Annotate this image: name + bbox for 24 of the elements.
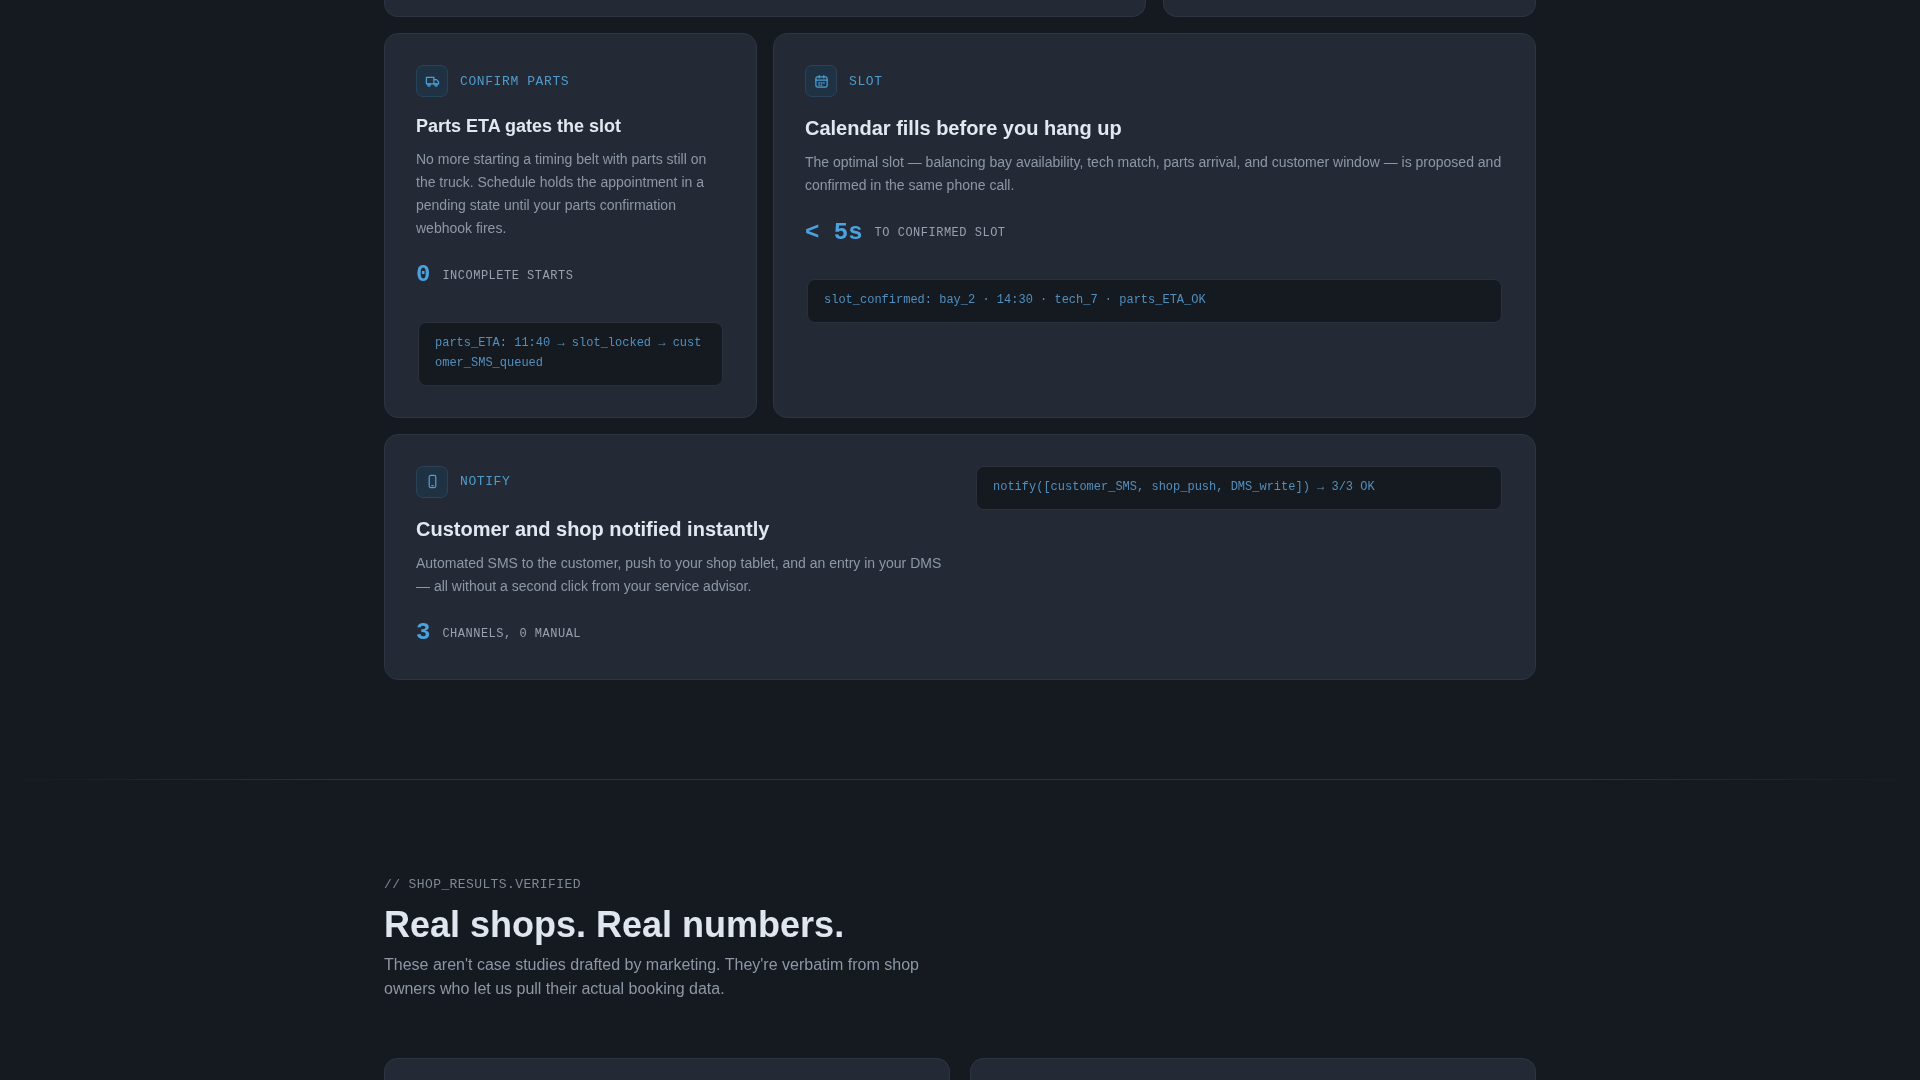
stat-value: < 5s [805,218,863,248]
step-label: SLOT [849,73,883,89]
truck-icon [416,65,448,97]
section-description: These aren't case studies drafted by marketing. They're verbatim from shop owners who let us pull their actual booking data. [384,954,920,999]
code-snippet: notify([customer_SMS, shop_push, DMS_write]) → 3/3 OK [976,465,1502,510]
stat-label: CHANNELS, 0 MANUAL [442,626,582,641]
phone-icon [416,465,448,498]
card-title: Calendar fills before you hang up [805,116,1123,141]
step-label: NOTIFY [460,474,511,490]
card-description: No more starting a timing belt with parts still on the truck. Schedule holds the appointment in a pending state until your parts confirmation webhook fires. [416,150,708,238]
card-title: Customer and shop notified instantly [416,516,771,542]
stat-label: TO CONFIRMED SLOT [874,225,1006,240]
stat-value: 0 [416,261,431,291]
stat-label: INCOMPLETE STARTS [442,268,574,283]
calendar-icon [805,65,837,97]
card-description: Automated SMS to the customer, push to your shop tablet, and an entry in your DMS — all without a second click from your service advisor. [416,553,943,596]
step-label: CONFIRM PARTS [460,73,570,89]
section-eyebrow: // SHOP_RESULTS.VERIFIED [384,877,582,894]
code-snippet: slot_confirmed: bay_2 · 14:30 · tech_7 · parts_ETA_OK [807,279,1502,324]
card-title: Parts ETA gates the slot [416,115,623,138]
section-heading: Real shops. Real numbers. [384,903,846,947]
stat-value: 3 [416,619,431,649]
code-snippet: parts_ETA: 11:40 → slot_locked → customer_SMS_queued [418,322,723,386]
card-description: The optimal slot — balancing bay availability, tech match, parts arrival, and customer window — is proposed and confirmed in the same phone call. [805,153,1503,195]
